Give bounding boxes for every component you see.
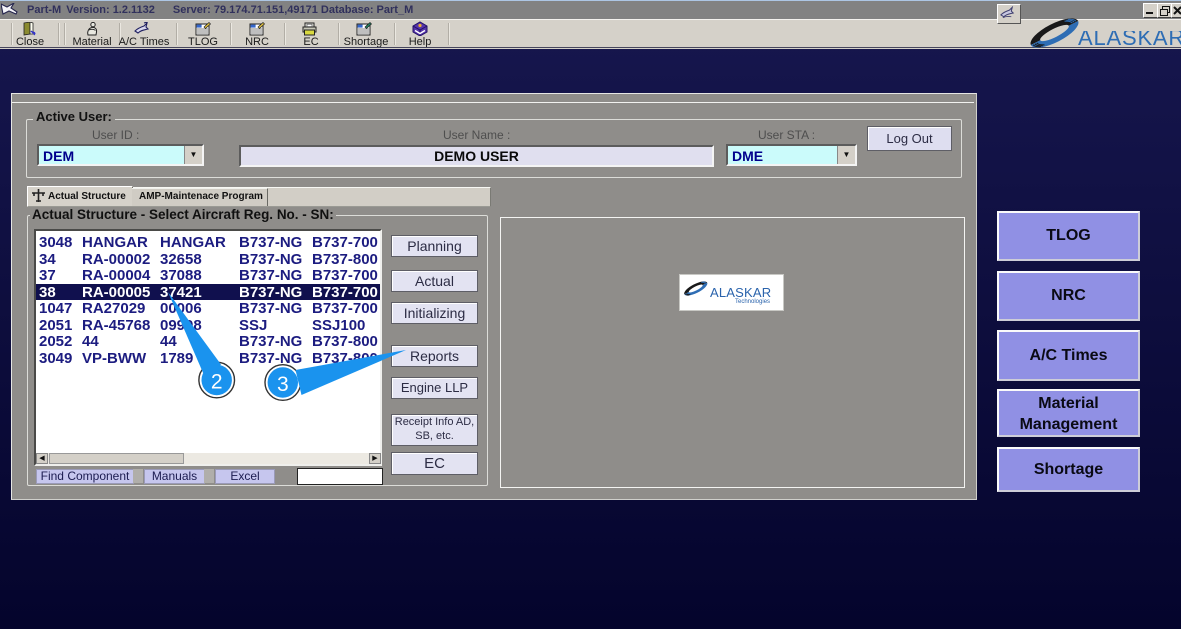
svg-text:2: 2 xyxy=(211,371,223,394)
svg-text:3: 3 xyxy=(277,373,289,396)
